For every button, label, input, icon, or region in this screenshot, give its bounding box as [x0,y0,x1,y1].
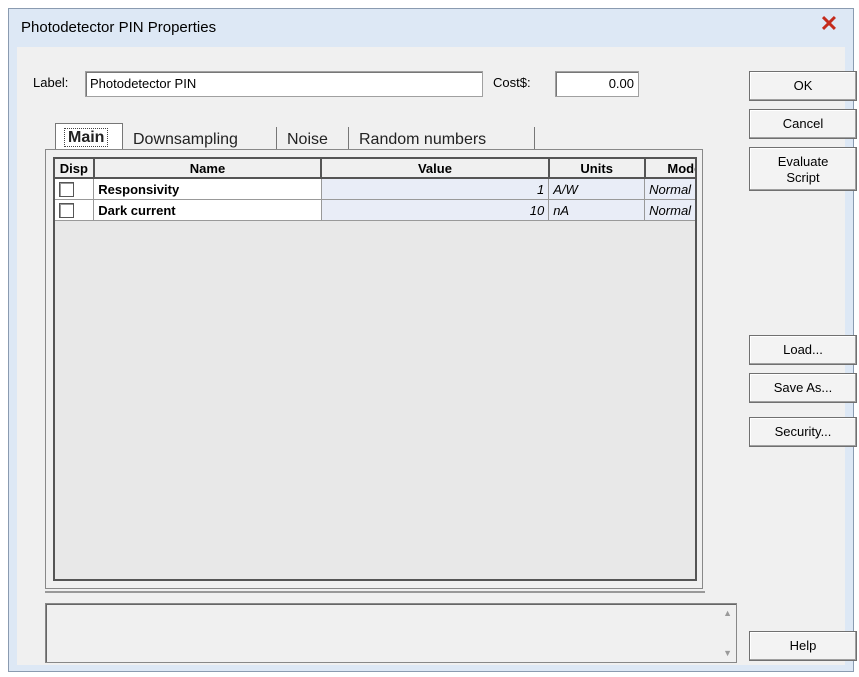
tab-main-label: Main [64,128,109,147]
disp-checkbox[interactable] [59,182,74,198]
disp-cell [55,199,95,221]
param-units[interactable]: nA [548,199,646,221]
table-row: Responsivity 1 A/W Normal [55,178,695,200]
help-button[interactable]: Help [749,631,857,661]
param-units[interactable]: A/W [548,178,646,200]
column-header-value[interactable]: Value [321,159,550,179]
param-value[interactable]: 10 [321,199,550,221]
evaluate-script-button[interactable]: Evaluate Script [749,147,857,191]
scroll-down-arrow-icon[interactable]: ▼ [723,648,732,658]
dialog-body: Label: Photodetector PIN Cost$: 0.00 OK … [17,47,857,665]
close-icon[interactable]: ✕ [815,11,843,37]
param-name: Dark current [93,199,322,221]
evaluate-script-label-line2: Script [786,170,820,185]
scroll-up-arrow-icon[interactable]: ▲ [723,608,732,618]
ok-button[interactable]: OK [749,71,857,101]
column-header-name[interactable]: Name [93,159,323,179]
cost-caption: Cost$: [493,75,531,90]
column-header-mode[interactable]: Mode [644,159,695,179]
window-title: Photodetector PIN Properties [21,19,217,36]
save-as-button[interactable]: Save As... [749,373,857,403]
table-row: Dark current 10 nA Normal [55,199,695,221]
parameters-table: Disp Name Value Units Mode Responsivity … [55,159,695,221]
table-header-row: Disp Name Value Units Mode [55,159,695,179]
disp-checkbox[interactable] [59,203,74,219]
param-name: Responsivity [93,178,322,200]
description-box[interactable]: ▲ ▼ [45,603,737,663]
label-input[interactable]: Photodetector PIN [85,71,483,97]
cost-input[interactable]: 0.00 [555,71,639,97]
param-mode[interactable]: Normal [644,178,695,200]
param-mode[interactable]: Normal [644,199,695,221]
load-button[interactable]: Load... [749,335,857,365]
parameters-grid: Disp Name Value Units Mode Responsivity … [53,157,697,581]
properties-dialog: Photodetector PIN Properties ✕ Label: Ph… [8,8,857,672]
title-bar: Photodetector PIN Properties ✕ [9,9,853,47]
cancel-button[interactable]: Cancel [749,109,857,139]
column-header-units[interactable]: Units [548,159,646,179]
separator [45,591,705,593]
param-value[interactable]: 1 [321,178,550,200]
evaluate-script-label-line1: Evaluate [777,154,829,169]
column-header-disp[interactable]: Disp [55,159,95,179]
disp-cell [55,178,95,200]
security-button[interactable]: Security... [749,417,857,447]
label-caption: Label: [33,75,69,90]
